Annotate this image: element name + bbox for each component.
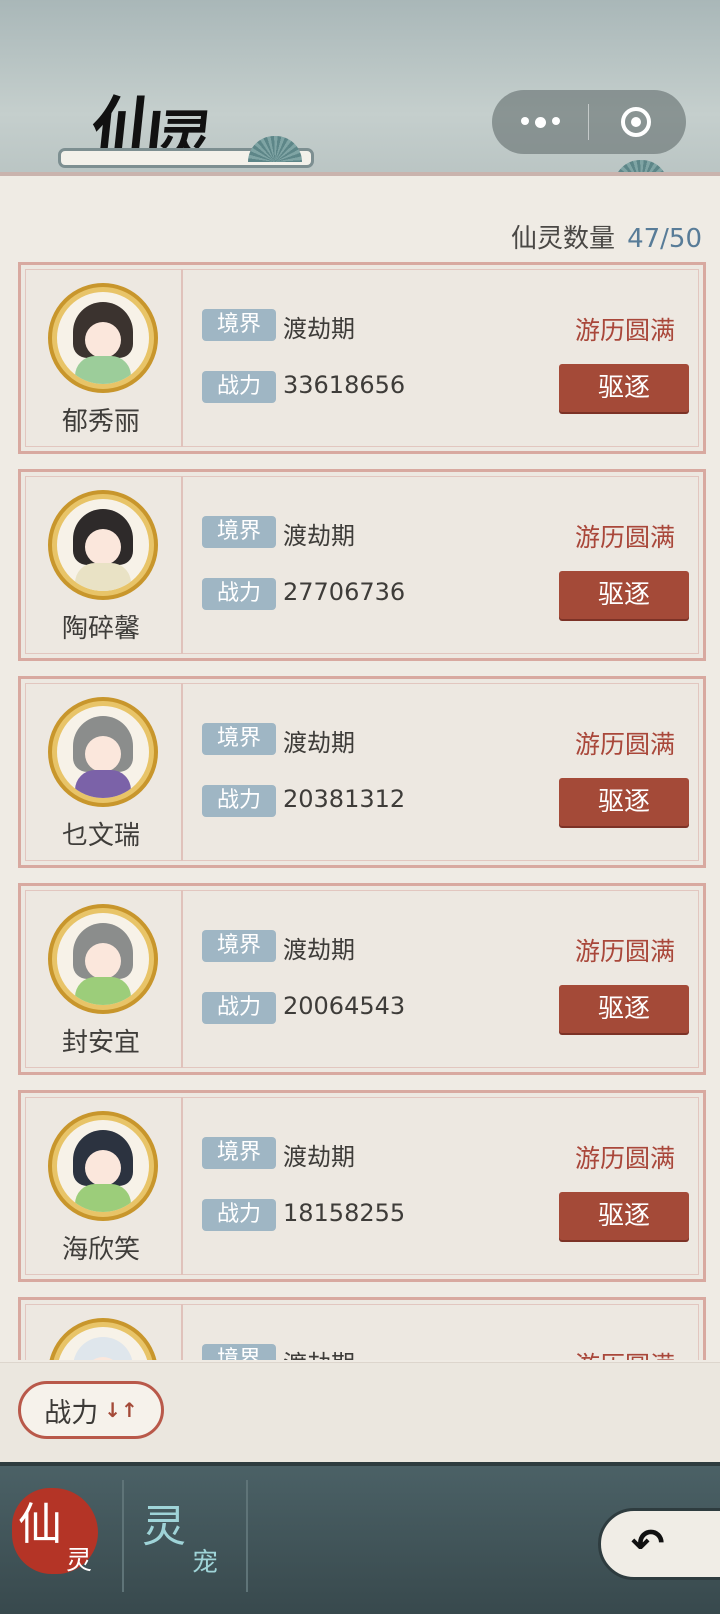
expel-button[interactable]: 驱逐 bbox=[559, 364, 689, 412]
power-tag: 战力 bbox=[202, 785, 276, 817]
spirit-count-value: 47/50 bbox=[627, 224, 702, 254]
card-divider bbox=[181, 890, 183, 1068]
tab-spirits-small: 灵 bbox=[66, 1546, 93, 1576]
back-button[interactable]: ↶ bbox=[598, 1508, 720, 1580]
realm-tag: 境界 bbox=[202, 516, 276, 548]
target-circle-icon[interactable] bbox=[621, 107, 651, 137]
travel-status: 游历圆满 bbox=[574, 730, 675, 759]
spirit-name: 郁秀丽 bbox=[61, 407, 140, 437]
realm-tag: 境界 bbox=[202, 723, 276, 755]
expel-button[interactable]: 驱逐 bbox=[559, 1192, 689, 1240]
power-tag: 战力 bbox=[202, 1199, 276, 1231]
power-tag: 战力 bbox=[202, 578, 276, 610]
avatar-portrait-icon bbox=[57, 1120, 149, 1212]
tab-spirits[interactable]: 仙 灵 bbox=[10, 1480, 102, 1592]
sort-by-power-button[interactable]: 战力 ↓↑ bbox=[18, 1381, 164, 1439]
spirit-name: 陶碎馨 bbox=[61, 614, 140, 644]
more-dots-icon[interactable] bbox=[492, 116, 588, 128]
spirit-avatar[interactable] bbox=[48, 904, 158, 1014]
spirit-avatar[interactable] bbox=[48, 697, 158, 807]
power-value: 18158255 bbox=[283, 1199, 406, 1227]
spirit-card[interactable]: 境界 渡劫期 战力 游历圆满 驱逐 bbox=[18, 1297, 706, 1360]
sort-label: 战力 bbox=[44, 1397, 99, 1429]
spirit-name: 乜文瑞 bbox=[61, 821, 140, 851]
travel-status: 游历圆满 bbox=[574, 523, 675, 552]
tab-pets[interactable]: 灵 宠 bbox=[122, 1480, 248, 1592]
realm-value: 渡劫期 bbox=[283, 315, 355, 343]
spirit-count: 仙灵数量 47/50 bbox=[511, 218, 702, 255]
spirit-avatar[interactable] bbox=[48, 1318, 158, 1360]
realm-tag: 境界 bbox=[202, 309, 276, 341]
spirit-card[interactable]: 郁秀丽 境界 渡劫期 战力 33618656 游历圆满 驱逐 bbox=[18, 262, 706, 454]
back-arrow-icon: ↶ bbox=[631, 1521, 665, 1567]
spirit-avatar[interactable] bbox=[48, 1111, 158, 1221]
avatar-portrait-icon bbox=[57, 1327, 149, 1360]
spirit-card[interactable]: 海欣笑 境界 渡劫期 战力 18158255 游历圆满 驱逐 bbox=[18, 1090, 706, 1282]
power-tag: 战力 bbox=[202, 371, 276, 403]
tab-spirits-big: 仙 bbox=[18, 1499, 62, 1550]
travel-status: 游历圆满 bbox=[575, 1346, 675, 1360]
card-divider bbox=[181, 476, 183, 654]
spirit-card[interactable]: 乜文瑞 境界 渡劫期 战力 20381312 游历圆满 驱逐 bbox=[18, 676, 706, 868]
spirit-card[interactable]: 封安宜 境界 渡劫期 战力 20064543 游历圆满 驱逐 bbox=[18, 883, 706, 1075]
power-value: 33618656 bbox=[283, 371, 406, 399]
expel-button[interactable]: 驱逐 bbox=[559, 985, 689, 1033]
realm-tag: 境界 bbox=[202, 1137, 276, 1169]
avatar-portrait-icon bbox=[57, 706, 149, 798]
spirit-name: 封安宜 bbox=[61, 1028, 140, 1058]
realm-value: 渡劫期 bbox=[283, 936, 355, 964]
spirit-card[interactable]: 陶碎馨 境界 渡劫期 战力 27706736 游历圆满 驱逐 bbox=[18, 469, 706, 661]
card-divider bbox=[181, 1097, 183, 1275]
realm-tag: 境界 bbox=[202, 930, 276, 962]
avatar-portrait-icon bbox=[57, 292, 149, 384]
avatar-portrait-icon bbox=[57, 499, 149, 591]
expel-button[interactable]: 驱逐 bbox=[559, 778, 689, 826]
capsule-divider bbox=[588, 104, 589, 140]
card-divider bbox=[181, 683, 183, 861]
travel-status: 游历圆满 bbox=[574, 937, 675, 966]
power-value: 20064543 bbox=[283, 992, 406, 1020]
power-value: 20381312 bbox=[283, 785, 406, 813]
expel-button[interactable]: 驱逐 bbox=[559, 571, 689, 619]
spirit-avatar[interactable] bbox=[48, 283, 158, 393]
realm-value: 渡劫期 bbox=[283, 1143, 355, 1171]
spirit-list[interactable]: 郁秀丽 境界 渡劫期 战力 33618656 游历圆满 驱逐 陶碎馨 境界 渡劫… bbox=[18, 262, 706, 1360]
realm-value: 渡劫期 bbox=[283, 729, 355, 757]
realm-tag: 境界 bbox=[202, 1344, 276, 1360]
spirit-name: 海欣笑 bbox=[61, 1235, 140, 1265]
power-value: 27706736 bbox=[283, 578, 406, 606]
power-tag: 战力 bbox=[202, 992, 276, 1024]
spirit-avatar[interactable] bbox=[48, 490, 158, 600]
travel-status: 游历圆满 bbox=[574, 1144, 675, 1173]
spirit-count-label: 仙灵数量 bbox=[511, 224, 616, 254]
avatar-portrait-icon bbox=[57, 913, 149, 1005]
card-divider bbox=[181, 1304, 183, 1360]
card-divider bbox=[181, 269, 183, 447]
tab-pets-small: 宠 bbox=[192, 1548, 219, 1578]
realm-value: 渡劫期 bbox=[283, 1344, 355, 1360]
travel-status: 游历圆满 bbox=[574, 316, 675, 345]
sort-arrows-icon: ↓↑ bbox=[104, 1398, 138, 1422]
tab-pets-big: 灵 bbox=[142, 1501, 186, 1552]
miniprogram-capsule bbox=[492, 90, 686, 154]
realm-value: 渡劫期 bbox=[283, 522, 355, 550]
